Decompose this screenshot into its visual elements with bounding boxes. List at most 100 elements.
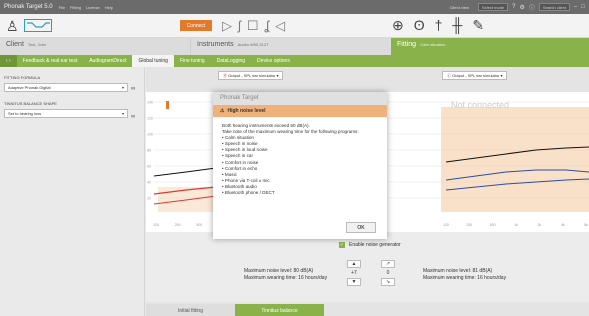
tab-datalogging[interactable]: DataLogging (211, 55, 251, 67)
shape-value: Set to hearing loss (8, 111, 42, 116)
right-decrease-button[interactable]: ↘ (381, 278, 395, 286)
formula-value: Adaptive Phonak Digital (8, 85, 51, 90)
bottom-tab-bar: Initial fitting Tinnitus balance (146, 304, 589, 316)
dialog-title: Phonak Target (213, 92, 387, 105)
noise-right-info: Maximum noise level: 81 dB(A) Maximum we… (423, 268, 506, 282)
dialog-body: Both hearing instruments exceed 80 dB(A)… (213, 117, 387, 202)
right-noise-value: 0 (386, 270, 390, 276)
noise-left-info: Maximum noise level: 80 dB(A) Maximum we… (244, 268, 327, 282)
left-decrease-button[interactable]: ▼ (347, 278, 361, 286)
remote-icon[interactable]: ☐ (247, 18, 259, 34)
menu-fitting[interactable]: Fitting (70, 5, 81, 10)
instruments-section[interactable]: Instruments Audéo M90-312T (190, 38, 391, 55)
minimize-icon[interactable]: – (574, 4, 577, 10)
sliders-icon[interactable]: ╫ (452, 17, 462, 34)
mode-select[interactable]: Select mode (477, 3, 509, 11)
link-icon[interactable]: ∞ (131, 114, 135, 120)
output-right-label: Output - SPL ear simulator (228, 73, 276, 78)
help-icon[interactable]: ? (512, 4, 515, 10)
y-tick-label: 80 (147, 149, 151, 153)
y-tick-label: 20 (147, 197, 151, 201)
y-tick-label: 40 (147, 181, 151, 185)
menu-license[interactable]: License (86, 5, 100, 10)
tool-icons: ⊕ ʘ † ╫ ✎ (392, 17, 484, 34)
enable-noise-label: Enable noise generator (349, 242, 401, 248)
x-tick-label-left-ear: 1k (514, 223, 518, 227)
fitting-label: Fitting (397, 41, 417, 48)
device-icons: ▷ ʃ ☐ ʆ ◁ (222, 18, 285, 34)
dialog-warning-bar: ⚠ High noise level (213, 105, 387, 117)
ok-button[interactable]: OK (346, 222, 376, 233)
warning-icon: ⚠ (220, 108, 225, 114)
noise-generator-panel: ✓ Enable noise generator Maximum noise l… (146, 232, 589, 302)
menu-help[interactable]: Help (105, 5, 113, 10)
main-toolbar: ♙ Connect ▷ ʃ ☐ ʆ ◁ ⊕ ʘ † ╫ ✎ (0, 14, 589, 38)
tab-tinnitus-balance[interactable]: Tinnitus balance (235, 304, 324, 316)
formula-select[interactable]: Adaptive Phonak Digital ▾ (4, 83, 128, 92)
left-increase-button[interactable]: ▲ (347, 260, 361, 268)
left-noise-value: +7 (351, 270, 357, 276)
tab-device-options[interactable]: Device options (251, 55, 296, 67)
tab-fine-tuning[interactable]: Fine tuning (174, 55, 211, 67)
client-icon[interactable]: ♙ (6, 18, 19, 35)
hearing-aid-icon[interactable]: ʃ (238, 18, 241, 34)
dialog-warning-text: High noise level (227, 108, 266, 114)
tab-feedback[interactable]: Feedback & real ear test (17, 55, 83, 67)
output-select-right[interactable]: Ⓡ Output - SPL ear simulator ▾ (218, 71, 284, 80)
left-panel: FITTING FORMULA Adaptive Phonak Digital … (0, 67, 145, 316)
client-view-toggle[interactable]: Client view (450, 5, 469, 10)
not-connected-text: Not connected (450, 100, 509, 110)
formula-label: FITTING FORMULA (4, 75, 41, 80)
tab-initial-fitting[interactable]: Initial fitting (146, 304, 235, 316)
x-tick-label-left-ear: 4k (561, 223, 565, 227)
tuning-icon[interactable]: † (435, 17, 443, 34)
y-tick-label: 140 (147, 101, 153, 105)
tab-audiogramdirect[interactable]: AudiogramDirect (83, 55, 132, 67)
audiogram-icon[interactable] (24, 19, 52, 32)
y-tick-label: 120 (147, 117, 153, 121)
chevron-down-icon: ▾ (276, 73, 279, 78)
chevron-down-icon: ▾ (500, 73, 503, 78)
settings-icon[interactable]: ⚙ (520, 4, 525, 11)
ear-icon[interactable]: ʆ (265, 18, 270, 34)
maximize-icon[interactable]: □ (581, 4, 585, 10)
tab-global-tuning[interactable]: Global tuning (132, 55, 174, 67)
noise-left-time: Maximum wearing time: 16 hours/day (244, 275, 328, 281)
tab-bar: ‹ › Feedback & real ear test AudiogramDi… (0, 55, 589, 67)
client-section[interactable]: Client Test, John (0, 38, 190, 55)
title-bar: Phonak Target 5.0 File Fitting License H… (0, 0, 589, 14)
app-title: Phonak Target 5.0 (4, 4, 53, 10)
y-tick-label: 100 (147, 133, 153, 137)
link-icon[interactable]: ∞ (131, 86, 135, 92)
x-tick-label-left-ear: 125 (443, 223, 449, 227)
x-tick-label-right-ear: 250 (175, 223, 181, 227)
enable-noise-checkbox[interactable]: ✓ (339, 242, 345, 248)
y-tick-label: 60 (147, 165, 151, 169)
noise-right-time: Maximum wearing time: 16 hours/day (423, 275, 507, 281)
search-input[interactable]: Search client (538, 3, 571, 11)
globe-icon[interactable]: ⊕ (392, 17, 404, 34)
high-noise-dialog: Phonak Target ⚠ High noise level Both he… (213, 92, 387, 239)
fitting-sub: Calm situation (420, 42, 446, 47)
play-icon[interactable]: ▷ (222, 18, 232, 34)
output-left-label: Output - SPL ear simulator (452, 73, 500, 78)
menu-file[interactable]: File (59, 5, 65, 10)
connect-button[interactable]: Connect (180, 20, 212, 31)
wrench-icon[interactable]: ✎ (472, 17, 484, 34)
volume-icon[interactable]: ◁ (275, 18, 285, 34)
tab-nav-arrows[interactable]: ‹ › (0, 55, 17, 67)
right-ear-icon: Ⓡ (223, 73, 227, 78)
instruments-value: Audéo M90-312T (237, 42, 269, 47)
noise-left-level: Maximum noise level: 80 dB(A) (244, 268, 314, 274)
shape-select[interactable]: Set to hearing loss ▾ (4, 109, 128, 118)
x-tick-label-left-ear: 2k (537, 223, 541, 227)
output-select-left[interactable]: Ⓛ Output - SPL ear simulator ▾ (442, 71, 508, 80)
shape-label: TINNITUS BALANCE SHAPE (4, 101, 57, 106)
ears-icon[interactable]: ʘ (414, 17, 425, 34)
client-name: Test, John (27, 42, 47, 47)
right-increase-button[interactable]: ↗ (381, 260, 395, 268)
fitting-section[interactable]: Fitting Calm situation (391, 38, 589, 55)
x-tick-label-left-ear: 500 (490, 223, 496, 227)
right-level-marker (166, 101, 169, 109)
info-icon[interactable]: ⓘ (529, 3, 535, 12)
